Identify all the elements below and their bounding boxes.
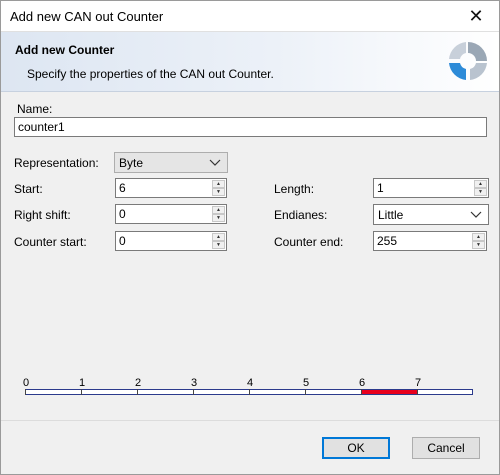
wizard-header: Add new Counter Specify the properties o… bbox=[1, 32, 499, 92]
representation-value: Byte bbox=[119, 156, 144, 170]
wizard-logo-icon bbox=[449, 42, 487, 80]
bit-tick bbox=[193, 389, 194, 395]
counter-end-value: 255 bbox=[377, 234, 398, 248]
length-spinner[interactable]: 1 ▲ ▼ bbox=[373, 178, 489, 198]
close-icon: ✕ bbox=[468, 5, 484, 26]
counter-start-label: Counter start: bbox=[14, 235, 87, 249]
bit-tick-label: 4 bbox=[246, 377, 254, 389]
name-input[interactable]: counter1 bbox=[14, 117, 487, 137]
length-label: Length: bbox=[274, 182, 315, 196]
representation-label: Representation: bbox=[14, 156, 99, 170]
length-value: 1 bbox=[377, 181, 384, 195]
right-shift-label: Right shift: bbox=[14, 208, 71, 222]
bit-layout-ruler: 0 1 2 3 4 5 6 7 bbox=[22, 377, 473, 399]
dialog-window: Add new CAN out Counter ✕ Add new Counte… bbox=[0, 0, 500, 475]
bit-tick bbox=[81, 389, 82, 395]
bit-tick-label: 1 bbox=[78, 377, 86, 389]
spin-up-icon[interactable]: ▲ bbox=[212, 206, 225, 214]
spin-down-icon[interactable]: ▼ bbox=[474, 188, 487, 196]
name-label: Name: bbox=[17, 102, 53, 116]
spin-down-icon[interactable]: ▼ bbox=[212, 214, 225, 222]
start-value: 6 bbox=[119, 181, 126, 195]
bit-tick bbox=[25, 389, 26, 395]
cancel-button[interactable]: Cancel bbox=[412, 437, 480, 459]
right-shift-spinner[interactable]: 0 ▲ ▼ bbox=[115, 204, 227, 224]
chevron-down-icon bbox=[209, 159, 221, 166]
bit-tick-label: 0 bbox=[22, 377, 30, 389]
bit-tick bbox=[305, 389, 306, 395]
endianes-value: Little bbox=[378, 208, 404, 222]
window-title: Add new CAN out Counter bbox=[10, 9, 164, 24]
counter-end-label: Counter end: bbox=[274, 235, 344, 249]
right-shift-value: 0 bbox=[119, 207, 126, 221]
spin-up-icon[interactable]: ▲ bbox=[474, 180, 487, 188]
spin-up-icon[interactable]: ▲ bbox=[212, 180, 225, 188]
spin-up-icon[interactable]: ▲ bbox=[212, 233, 225, 241]
chevron-down-icon bbox=[470, 211, 482, 218]
bit-tick-label: 6 bbox=[358, 377, 366, 389]
spin-down-icon[interactable]: ▼ bbox=[212, 188, 225, 196]
bit-tick-label: 3 bbox=[190, 377, 198, 389]
ok-button[interactable]: OK bbox=[322, 437, 390, 459]
bit-tick bbox=[417, 389, 418, 395]
spin-up-icon[interactable]: ▲ bbox=[472, 233, 485, 241]
spin-down-icon[interactable]: ▼ bbox=[212, 241, 225, 249]
counter-start-spinner[interactable]: 0 ▲ ▼ bbox=[115, 231, 227, 251]
title-bar: Add new CAN out Counter ✕ bbox=[1, 1, 499, 32]
start-spinner[interactable]: 6 ▲ ▼ bbox=[115, 178, 227, 198]
bit-tick-label: 2 bbox=[134, 377, 142, 389]
start-label: Start: bbox=[14, 182, 43, 196]
dialog-footer: OK Cancel bbox=[1, 420, 499, 474]
counter-start-value: 0 bbox=[119, 234, 126, 248]
bit-tick bbox=[249, 389, 250, 395]
representation-select[interactable]: Byte bbox=[114, 152, 228, 173]
bit-tick-label: 5 bbox=[302, 377, 310, 389]
counter-end-spinner[interactable]: 255 ▲ ▼ bbox=[373, 231, 487, 251]
close-button[interactable]: ✕ bbox=[453, 1, 499, 31]
header-title: Add new Counter bbox=[15, 43, 115, 57]
bit-tick bbox=[361, 389, 362, 395]
spin-down-icon[interactable]: ▼ bbox=[472, 241, 485, 249]
selected-bit-segment bbox=[361, 389, 417, 395]
endianes-select[interactable]: Little bbox=[373, 204, 489, 225]
bit-tick-label: 7 bbox=[414, 377, 422, 389]
bit-tick bbox=[137, 389, 138, 395]
header-subtitle: Specify the properties of the CAN out Co… bbox=[27, 67, 274, 81]
endianes-label: Endianes: bbox=[274, 208, 328, 222]
